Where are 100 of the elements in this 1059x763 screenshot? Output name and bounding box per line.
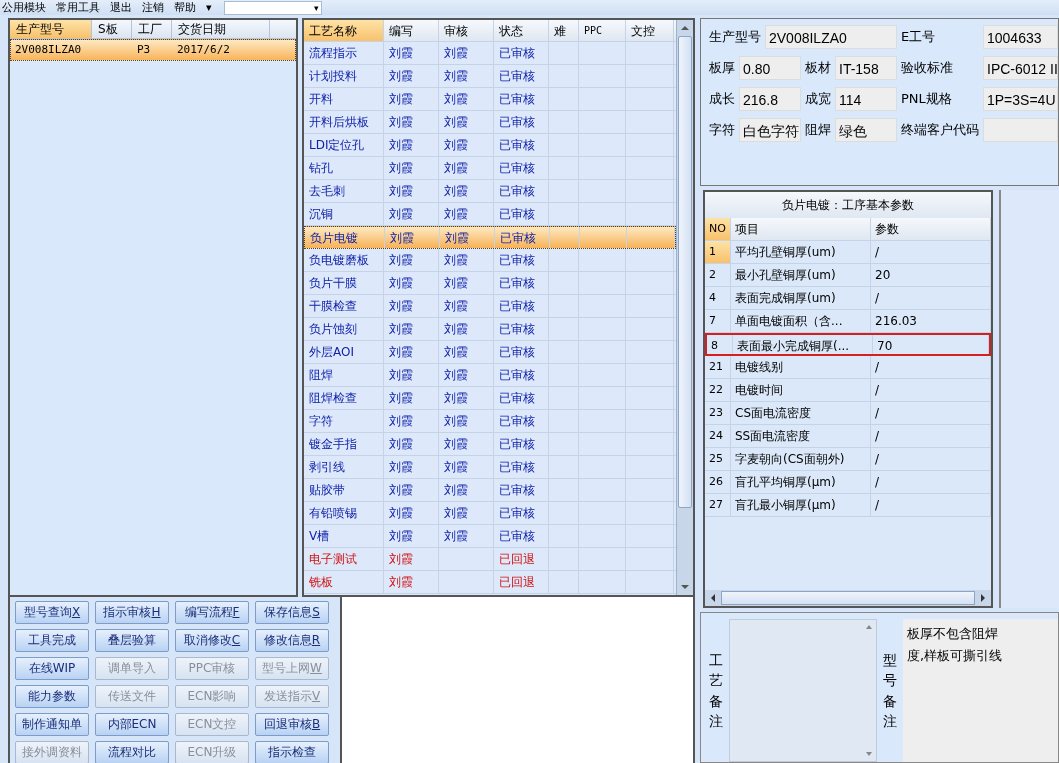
- process-row[interactable]: 阻焊检查 刘霞 刘霞 已审核: [304, 387, 676, 410]
- table-cell: 负片电镀: [310, 231, 358, 245]
- process-row[interactable]: 贴胶带 刘霞 刘霞 已审核: [304, 479, 676, 502]
- parameter-row[interactable]: 21 电镀线别 /: [705, 356, 991, 379]
- parameter-row[interactable]: 7 单面电镀面积（含... 216.03: [705, 310, 991, 333]
- process-row[interactable]: 负电镀磨板 刘霞 刘霞 已审核: [304, 249, 676, 272]
- table-cell: 刘霞: [389, 368, 413, 382]
- scroll-down-icon[interactable]: [680, 584, 690, 590]
- column-header[interactable]: S板: [92, 20, 132, 38]
- remark-field[interactable]: 板厚不包含阻焊 度,样板可撕引线: [903, 619, 1058, 762]
- scroll-left-icon[interactable]: [710, 593, 716, 603]
- action-button[interactable]: 指示检查: [255, 741, 329, 763]
- process-row[interactable]: 钻孔 刘霞 刘霞 已审核: [304, 157, 676, 180]
- process-row[interactable]: 电子测试 刘霞 已回退: [304, 548, 676, 571]
- process-row[interactable]: 字符 刘霞 刘霞 已审核: [304, 410, 676, 433]
- remark-field[interactable]: [729, 619, 877, 762]
- process-row[interactable]: 开料 刘霞 刘霞 已审核: [304, 88, 676, 111]
- input-field[interactable]: 1P=3S=4U: [983, 87, 1058, 111]
- input-field[interactable]: 114: [835, 87, 897, 111]
- column-header[interactable]: PPC: [579, 20, 626, 41]
- action-button[interactable]: 指示审核H: [95, 601, 169, 624]
- process-row[interactable]: V槽 刘霞 刘霞 已审核: [304, 525, 676, 548]
- action-button[interactable]: 工具完成: [15, 629, 89, 652]
- parameter-row[interactable]: 22 电镀时间 /: [705, 379, 991, 402]
- dropdown-field[interactable]: ▾: [223, 0, 322, 15]
- column-header[interactable]: 审核: [439, 20, 494, 41]
- scroll-down-icon[interactable]: [864, 751, 874, 757]
- parameter-row[interactable]: 27 盲孔最小铜厚(μm) /: [705, 494, 991, 517]
- action-button[interactable]: 编写流程F: [175, 601, 249, 624]
- input-field[interactable]: IPC-6012 II: [983, 56, 1058, 80]
- scroll-up-icon[interactable]: [864, 624, 874, 630]
- input-field[interactable]: [983, 118, 1058, 142]
- menu-item[interactable]: 退出: [110, 1, 132, 14]
- process-row[interactable]: 铣板 刘霞 已回退: [304, 571, 676, 594]
- parameter-row[interactable]: 1 平均孔壁铜厚(um) /: [705, 241, 991, 264]
- parameter-row[interactable]: 26 盲孔平均铜厚(μm) /: [705, 471, 991, 494]
- column-header[interactable]: 工厂: [132, 20, 172, 38]
- column-header[interactable]: 文控: [626, 20, 674, 41]
- action-button[interactable]: 修改信息R: [255, 629, 329, 652]
- input-field[interactable]: 白色字符: [739, 118, 801, 142]
- table-cell: 刘霞: [390, 231, 414, 245]
- action-button[interactable]: 制作通知单: [15, 713, 89, 736]
- menu-item[interactable]: 帮助: [174, 1, 196, 14]
- process-row[interactable]: 阻焊 刘霞 刘霞 已审核: [304, 364, 676, 387]
- process-row[interactable]: 负片干膜 刘霞 刘霞 已审核: [304, 272, 676, 295]
- column-header[interactable]: 编写: [384, 20, 439, 41]
- scrollbar[interactable]: [676, 20, 693, 595]
- process-row[interactable]: LDI定位孔 刘霞 刘霞 已审核: [304, 134, 676, 157]
- action-button[interactable]: 型号查询X: [15, 601, 89, 624]
- table-cell: 外层AOI: [309, 345, 354, 359]
- process-row[interactable]: 流程指示 刘霞 刘霞 已审核: [304, 42, 676, 65]
- process-row[interactable]: 负片电镀 刘霞 刘霞 已审核: [304, 226, 676, 249]
- model-row[interactable]: 2V008ILZA0 P3 2017/6/2: [10, 39, 296, 61]
- input-field[interactable]: 2V008ILZA0: [765, 25, 897, 49]
- column-header[interactable]: 生产型号: [10, 20, 92, 38]
- process-row[interactable]: 有铅喷锡 刘霞 刘霞 已审核: [304, 502, 676, 525]
- action-button[interactable]: 叠层验算: [95, 629, 169, 652]
- parameter-row[interactable]: 24 SS面电流密度 /: [705, 425, 991, 448]
- input-field[interactable]: 216.8: [739, 87, 801, 111]
- action-button[interactable]: 保存信息S: [255, 601, 329, 624]
- parameter-row[interactable]: 25 字麦朝向(CS面朝外) /: [705, 448, 991, 471]
- table-cell: 电镀时间: [735, 383, 783, 397]
- menu-item[interactable]: 注销: [142, 1, 164, 14]
- column-header[interactable]: 状态: [494, 20, 549, 41]
- input-field[interactable]: 0.80: [739, 56, 801, 80]
- scrollbar[interactable]: [705, 590, 991, 606]
- parameter-row[interactable]: 4 表面完成铜厚(um) /: [705, 287, 991, 310]
- input-field[interactable]: 绿色: [835, 118, 897, 142]
- scroll-right-icon[interactable]: [980, 593, 986, 603]
- field-label: 字符: [709, 121, 735, 139]
- menu-item[interactable]: 公用模块: [2, 1, 46, 14]
- scroll-thumb[interactable]: [678, 36, 692, 508]
- highlighted-row[interactable]: 8 表面最小完成铜厚(... 70: [705, 333, 991, 356]
- column-header[interactable]: 交货日期: [172, 20, 270, 38]
- scroll-up-icon[interactable]: [680, 25, 690, 31]
- menu-more-button[interactable]: ▾: [206, 1, 212, 14]
- input-field[interactable]: IT-158: [835, 56, 897, 80]
- action-button[interactable]: 能力参数: [15, 685, 89, 708]
- action-button[interactable]: 回退审核B: [255, 713, 329, 736]
- process-row[interactable]: 负片蚀刻 刘霞 刘霞 已审核: [304, 318, 676, 341]
- action-button[interactable]: 流程对比: [95, 741, 169, 763]
- parameter-row[interactable]: 23 CS面电流密度 /: [705, 402, 991, 425]
- action-button[interactable]: 取消修改C: [175, 629, 249, 652]
- table-cell: 已审核: [500, 231, 536, 245]
- menu-item[interactable]: 常用工具: [56, 1, 100, 14]
- process-row[interactable]: 外层AOI 刘霞 刘霞 已审核: [304, 341, 676, 364]
- action-button[interactable]: 内部ECN: [95, 713, 169, 736]
- table-cell: 盲孔最小铜厚(μm): [735, 498, 836, 512]
- parameter-row[interactable]: 2 最小孔壁铜厚(um) 20: [705, 264, 991, 287]
- process-row[interactable]: 计划投料 刘霞 刘霞 已审核: [304, 65, 676, 88]
- scroll-thumb[interactable]: [721, 591, 975, 605]
- column-header[interactable]: 难: [549, 20, 579, 41]
- column-header[interactable]: 工艺名称: [304, 20, 384, 41]
- input-field[interactable]: 1004633: [983, 25, 1058, 49]
- action-button[interactable]: 在线WIP: [15, 657, 89, 680]
- process-row[interactable]: 开料后烘板 刘霞 刘霞 已审核: [304, 111, 676, 134]
- process-row[interactable]: 去毛刺 刘霞 刘霞 已审核: [304, 180, 676, 203]
- process-row[interactable]: 镀金手指 刘霞 刘霞 已审核: [304, 433, 676, 456]
- process-row[interactable]: 干膜检查 刘霞 刘霞 已审核: [304, 295, 676, 318]
- process-row[interactable]: 剥引线 刘霞 刘霞 已审核: [304, 456, 676, 479]
